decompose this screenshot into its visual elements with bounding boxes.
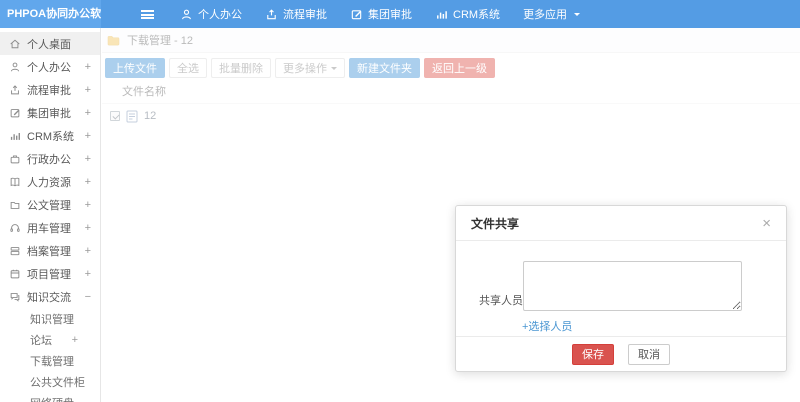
chart-icon: [10, 132, 20, 140]
top-nav-menu: 个人办公 流程审批 集团审批 CRM系统 更多应用: [176, 0, 584, 28]
file-share-modal: 文件共享 × 共享人员 +选择人员 保存 取消: [455, 205, 787, 372]
chart-icon: [437, 10, 447, 19]
sidebar-item-personal-office[interactable]: 个人办公 +: [0, 55, 100, 78]
folder-icon: [10, 201, 20, 209]
home-icon: [10, 39, 20, 48]
nav-item-group-approval[interactable]: 集团审批: [346, 0, 416, 28]
flow-icon: [267, 8, 276, 19]
sidebar-subitem-download-mgmt[interactable]: 下载管理: [0, 350, 100, 371]
nav-item-more-apps[interactable]: 更多应用: [519, 0, 584, 28]
share-members-textarea[interactable]: [523, 261, 742, 311]
headset-icon: [10, 223, 20, 232]
hamburger-menu-icon[interactable]: [141, 9, 154, 19]
sidebar-item-project-mgmt[interactable]: 项目管理 +: [0, 262, 100, 285]
user-icon: [182, 9, 191, 19]
edit-icon: [351, 9, 362, 19]
sidebar-subitem-public-cabinet[interactable]: 公共文件柜: [0, 371, 100, 392]
modal-footer: 保存 取消: [456, 336, 786, 371]
nav-item-personal-office[interactable]: 个人办公: [176, 0, 246, 28]
close-icon[interactable]: ×: [762, 216, 771, 231]
nav-item-crm[interactable]: CRM系统: [431, 0, 504, 28]
nav-item-label: 个人办公: [198, 9, 242, 21]
modal-title: 文件共享: [471, 216, 520, 231]
app-logo: PHPOA协同办公软件: [0, 0, 101, 28]
nav-item-label: 流程审批: [283, 9, 327, 21]
nav-item-workflow-approval[interactable]: 流程审批: [261, 0, 331, 28]
archive-icon: [10, 246, 20, 255]
top-navbar: PHPOA协同办公软件 个人办公 流程审批 集团审批 CRM系统 更多应用: [0, 0, 800, 28]
sidebar-item-admin-office[interactable]: 行政办公 +: [0, 147, 100, 170]
edit-icon: [10, 108, 20, 117]
briefcase-icon: [10, 154, 20, 163]
select-members-link[interactable]: +选择人员: [522, 318, 572, 334]
nav-item-label: 更多应用: [523, 9, 568, 21]
sidebar-item-archive-mgmt[interactable]: 档案管理 +: [0, 239, 100, 262]
sidebar-subitem-forum[interactable]: 论坛 +: [0, 329, 100, 350]
sidebar-subitem-knowledge-mgmt[interactable]: 知识管理: [0, 308, 100, 329]
calendar-icon: [10, 269, 20, 278]
sidebar-item-desktop[interactable]: 个人桌面: [0, 32, 100, 55]
cancel-button[interactable]: 取消: [628, 343, 670, 365]
modal-header: 文件共享 ×: [456, 206, 786, 241]
sidebar-item-crm[interactable]: CRM系统 +: [0, 124, 100, 147]
sidebar-item-group-approval[interactable]: 集团审批 +: [0, 101, 100, 124]
modal-body: 共享人员 +选择人员: [456, 241, 786, 337]
sidebar-item-knowledge-exchange[interactable]: 知识交流 −: [0, 285, 100, 308]
nav-item-label: CRM系统: [453, 9, 501, 21]
nav-item-label: 集团审批: [368, 9, 412, 21]
app-window: PHPOA协同办公软件 个人办公 流程审批 集团审批 CRM系统 更多应用: [0, 0, 800, 402]
chat-icon: [10, 292, 20, 302]
sidebar-item-workflow-approval[interactable]: 流程审批 +: [0, 78, 100, 101]
caret-down-icon: [574, 12, 581, 19]
sidebar: 个人桌面 个人办公 + 流程审批 + 集团审批 + CRM系统 + 行政办公 +: [0, 28, 101, 402]
sidebar-subitem-network-disk[interactable]: 网络硬盘: [0, 392, 100, 402]
book-icon: [10, 177, 20, 186]
save-button[interactable]: 保存: [572, 343, 614, 365]
sidebar-item-hr[interactable]: 人力资源 +: [0, 170, 100, 193]
share-members-label: 共享人员: [479, 295, 523, 307]
sidebar-item-document-mgmt[interactable]: 公文管理 +: [0, 193, 100, 216]
flow-icon: [11, 84, 19, 94]
user-icon: [10, 62, 20, 71]
sidebar-item-vehicle-mgmt[interactable]: 用车管理 +: [0, 216, 100, 239]
